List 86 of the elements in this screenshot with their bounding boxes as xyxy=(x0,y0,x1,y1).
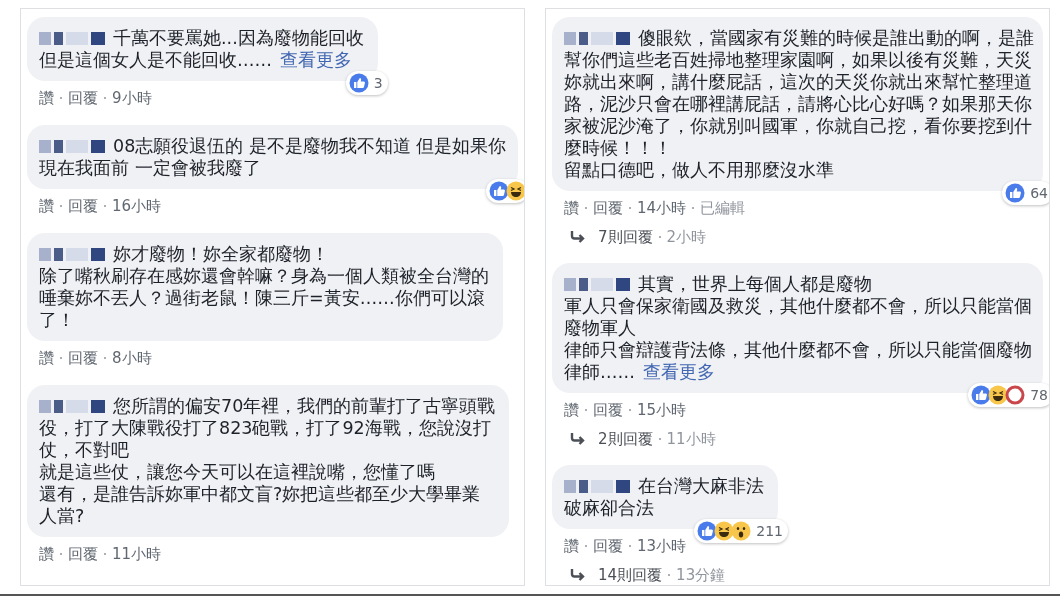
comment-text: 唾棄妳不丟人？過街老鼠！陳三斤=黃安……你們可以滾 xyxy=(39,288,485,308)
comment-text: 您所謂的偏安70年裡，我們的前輩打了古寧頭戰 xyxy=(113,396,496,416)
see-more-link[interactable]: 查看更多 xyxy=(643,362,715,382)
comment-action-link[interactable]: 讚 xyxy=(564,400,579,420)
reply-arrow-icon xyxy=(570,230,586,244)
timestamp: 14小時 xyxy=(637,198,687,218)
view-replies-link[interactable]: 2則回覆 xyxy=(598,429,653,449)
thumbs-up-icon xyxy=(1005,183,1026,203)
reaction-summary[interactable]: 64 xyxy=(1002,181,1049,205)
comment-text: 其實，世界上每個人都是廢物 xyxy=(638,274,872,294)
comment-text: 還有，是誰告訴妳軍中都文盲?妳把這些都至少大學畢業 xyxy=(39,484,481,504)
laughing-face-icon xyxy=(714,521,735,541)
comment-action-link[interactable]: 讚 xyxy=(39,88,54,108)
reaction-summary[interactable]: 78 xyxy=(968,383,1049,407)
comment-action-link[interactable]: 讚 xyxy=(564,536,579,556)
comment-text: 幫你們這些老百姓掃地整理家園啊，如果以後有災難，天災 xyxy=(564,50,1032,70)
reaction-count: 78 xyxy=(1030,387,1048,403)
timestamp: 13小時 xyxy=(637,536,687,556)
comment-text: 廢物軍人 xyxy=(564,318,636,338)
comment-text: 除了嘴秋刷存在感妳還會幹嘛？身為一個人類被全台灣的 xyxy=(39,266,489,286)
reply-arrow-icon xyxy=(570,568,586,582)
timestamp: 11小時 xyxy=(666,429,716,449)
comment-text: 役，打了大陳戰役打了823砲戰，打了92海戰，您說沒打 xyxy=(39,418,491,438)
thumbs-up-icon xyxy=(697,521,718,541)
reaction-summary[interactable]: 3 xyxy=(345,71,388,95)
comment-text: 妳就出來啊，講什麼屁話，這次的天災你就出來幫忙整理道 xyxy=(564,72,1032,92)
timestamp: 11小時 xyxy=(112,544,162,564)
comment-text: 人當? xyxy=(39,506,85,526)
reaction-summary[interactable]: 211 xyxy=(694,519,788,543)
comment-action-link[interactable]: 讚 xyxy=(39,196,54,216)
comment-action-link[interactable]: 讚 xyxy=(564,198,579,218)
comment-text: 就是這些仗，讓您今天可以在這裡說嘴，您懂了嗎 xyxy=(39,462,435,482)
laughing-face-icon xyxy=(988,385,1009,405)
reaction-summary[interactable] xyxy=(486,179,524,203)
comment-action-link[interactable]: 回覆 xyxy=(68,196,98,216)
comment-text: 軍人只會保家衛國及救災，其他什麼都不會，所以只能當個 xyxy=(564,296,1032,316)
reaction-count: 3 xyxy=(373,75,383,91)
thumbs-up-icon xyxy=(489,181,509,201)
comment-text: 但是這個女人是不能回收…… xyxy=(39,50,272,70)
comment-text: 仗，不對吧 xyxy=(39,440,129,460)
comment-text: 千萬不要罵她...因為廢物能回收 xyxy=(113,28,364,48)
comment-action-link[interactable]: 回覆 xyxy=(593,400,623,420)
reaction-count: 64 xyxy=(1030,185,1048,201)
timestamp: 16小時 xyxy=(112,196,162,216)
blurred-name xyxy=(564,480,630,493)
blurred-name xyxy=(39,248,105,261)
comment-action-link[interactable]: 回覆 xyxy=(68,88,98,108)
blurred-name xyxy=(39,32,105,45)
comment-text: 妳才廢物！妳全家都廢物！ xyxy=(113,244,329,264)
see-more-link[interactable]: 查看更多 xyxy=(280,50,352,70)
comment-action-link[interactable]: 回覆 xyxy=(68,544,98,564)
comment-text: 留點口德吧，做人不用那麼沒水準 xyxy=(564,160,834,180)
thumbs-up-icon xyxy=(348,73,369,93)
blurred-name xyxy=(564,278,630,291)
timestamp: 2小時 xyxy=(666,227,707,247)
thumbs-up-icon xyxy=(971,385,992,405)
timestamp: 9小時 xyxy=(112,88,152,108)
blurred-name xyxy=(39,140,105,153)
comment-text: 現在我面前 一定會被我廢了 xyxy=(39,158,261,178)
comment-text: 家被泥沙淹了，你就別叫國軍，你就自己挖，看你要挖到什 xyxy=(564,116,1032,136)
edited-label: 已編輯 xyxy=(700,198,746,218)
comment-action-link[interactable]: 讚 xyxy=(39,348,54,368)
timestamp: 8小時 xyxy=(112,348,152,368)
view-replies-link[interactable]: 7則回覆 xyxy=(598,227,653,247)
reaction-count: 211 xyxy=(756,523,783,539)
comment-action-link[interactable]: 回覆 xyxy=(593,536,623,556)
timestamp: 13分鐘 xyxy=(676,565,726,585)
comment-text: 了！ xyxy=(39,310,75,330)
comment-action-link[interactable]: 讚 xyxy=(39,544,54,564)
laughing-face-icon xyxy=(506,181,524,201)
comment-action-link[interactable]: 回覆 xyxy=(68,348,98,368)
reply-arrow-icon xyxy=(570,432,586,446)
comment-text: 破麻卻合法 xyxy=(564,498,654,518)
comment-action-link[interactable]: 回覆 xyxy=(593,198,623,218)
timestamp: 15小時 xyxy=(637,400,687,420)
blurred-name xyxy=(564,32,630,45)
comment-text: 律師…… xyxy=(564,362,635,382)
comment-text: 麼時候！！！ xyxy=(564,138,672,158)
surprised-face-icon xyxy=(731,521,752,541)
blurred-name xyxy=(39,400,105,413)
comment-text: 08志願役退伍的 是不是廢物我不知道 但是如果你 xyxy=(113,136,507,156)
comment-text: 傻眼欸，當國家有災難的時候是誰出動的啊，是誰 xyxy=(638,28,1034,48)
comment-text: 律師只會辯護背法條，其他什麼都不會，所以只能當個廢物 xyxy=(564,340,1032,360)
view-replies-link[interactable]: 14則回覆 xyxy=(598,565,663,585)
comment-text: 路，泥沙只會在哪裡講屁話，請將心比心好嗎？如果那天你 xyxy=(564,94,1032,114)
comment-text: 在台灣大麻非法 xyxy=(638,476,764,496)
